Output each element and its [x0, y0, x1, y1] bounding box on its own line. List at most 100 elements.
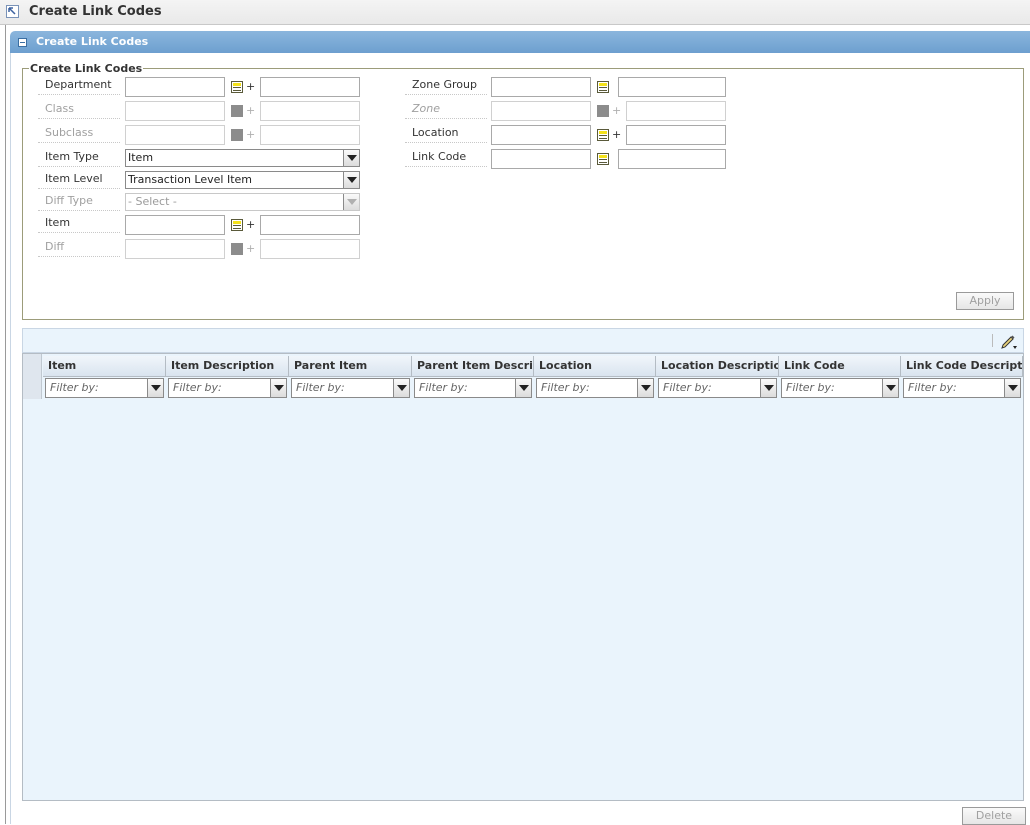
zone-group-input[interactable]: [491, 77, 591, 97]
item-level-select[interactable]: Transaction Level Item: [125, 171, 360, 189]
department-description-input[interactable]: [260, 77, 360, 97]
department-label: Department: [38, 77, 120, 95]
class-input[interactable]: [125, 101, 225, 121]
chevron-down-icon[interactable]: [515, 379, 531, 397]
filter-select[interactable]: Filter by:: [903, 378, 1021, 398]
item-level-value: Transaction Level Item: [128, 173, 252, 186]
chevron-down-icon[interactable]: [343, 194, 359, 210]
link-code-input[interactable]: [491, 149, 591, 169]
filter-placeholder: Filter by:: [50, 381, 99, 394]
item-type-label: Item Type: [38, 149, 120, 167]
chevron-down-icon[interactable]: [270, 379, 286, 397]
delete-button[interactable]: Delete: [962, 807, 1026, 825]
filter-select[interactable]: Filter by:: [781, 378, 899, 398]
column-header[interactable]: Link Code Description: [901, 356, 1023, 377]
link-code-label: Link Code: [405, 149, 487, 167]
back-arrow-icon[interactable]: [6, 5, 19, 18]
plus-icon: +: [246, 128, 256, 141]
pencil-edit-icon[interactable]: [1000, 332, 1018, 350]
filter-select[interactable]: Filter by:: [168, 378, 287, 398]
panel-header: Create Link Codes: [10, 31, 1030, 53]
subclass-input[interactable]: [125, 125, 225, 145]
link-code-lov-icon[interactable]: [597, 153, 609, 165]
zone-lov-icon[interactable]: [597, 105, 609, 117]
apply-button[interactable]: Apply: [956, 292, 1014, 310]
zone-group-description-input[interactable]: [618, 77, 726, 97]
department-input[interactable]: [125, 77, 225, 97]
item-input[interactable]: [125, 215, 225, 235]
filter-select[interactable]: Filter by:: [536, 378, 654, 398]
diff-input[interactable]: [125, 239, 225, 259]
filter-placeholder: Filter by:: [419, 381, 468, 394]
chevron-down-icon[interactable]: [760, 379, 776, 397]
filter-placeholder: Filter by:: [786, 381, 835, 394]
chevron-down-icon[interactable]: [1004, 379, 1020, 397]
diff-description-input[interactable]: [260, 239, 360, 259]
location-lov-icon[interactable]: [597, 129, 609, 141]
column-header[interactable]: Link Code: [779, 356, 901, 377]
chevron-down-icon[interactable]: [393, 379, 409, 397]
diff-label: Diff: [38, 239, 120, 257]
column-header[interactable]: Location: [534, 356, 656, 377]
filter-placeholder: Filter by:: [541, 381, 590, 394]
link-code-description-input[interactable]: [618, 149, 726, 169]
plus-icon: +: [246, 218, 256, 231]
class-description-input[interactable]: [260, 101, 360, 121]
zone-input[interactable]: [491, 101, 591, 121]
zone-group-label: Zone Group: [405, 77, 487, 95]
chevron-down-icon[interactable]: [343, 150, 359, 166]
chevron-down-icon[interactable]: [637, 379, 653, 397]
location-description-input[interactable]: [626, 125, 726, 145]
window-titlebar: Create Link Codes: [0, 0, 1030, 25]
item-type-select[interactable]: Item: [125, 149, 360, 167]
filter-placeholder: Filter by:: [908, 381, 957, 394]
diff-lov-icon[interactable]: [231, 243, 243, 255]
class-label: Class: [38, 101, 120, 119]
toolbar-separator: [992, 334, 993, 347]
department-lov-icon[interactable]: [231, 81, 243, 93]
chevron-down-icon[interactable]: [882, 379, 898, 397]
filter-select[interactable]: Filter by:: [291, 378, 410, 398]
plus-icon: +: [246, 104, 256, 117]
plus-icon: +: [246, 80, 256, 93]
item-level-label: Item Level: [38, 171, 120, 189]
class-lov-icon[interactable]: [231, 105, 243, 117]
zone-group-lov-icon[interactable]: [597, 81, 609, 93]
filter-placeholder: Filter by:: [296, 381, 345, 394]
item-label: Item: [38, 215, 120, 233]
column-header[interactable]: Parent Item Description: [412, 356, 534, 377]
zone-description-input[interactable]: [626, 101, 726, 121]
window-title: Create Link Codes: [29, 4, 162, 19]
filter-select[interactable]: Filter by:: [414, 378, 532, 398]
filter-select[interactable]: Filter by:: [45, 378, 164, 398]
filter-select[interactable]: Filter by:: [658, 378, 777, 398]
filter-placeholder: Filter by:: [663, 381, 712, 394]
table-toolbar: [22, 328, 1024, 353]
column-header[interactable]: Location Description: [656, 356, 779, 377]
chevron-down-icon[interactable]: [343, 172, 359, 188]
item-lov-icon[interactable]: [231, 219, 243, 231]
panel-title: Create Link Codes: [36, 35, 149, 48]
column-header[interactable]: Item Description: [166, 356, 289, 377]
results-table: Item Filter by: Item Description Filter by:…: [22, 353, 1024, 801]
chevron-down-icon[interactable]: [147, 379, 163, 397]
diff-type-label: Diff Type: [38, 193, 120, 211]
plus-icon: +: [612, 128, 622, 141]
diff-type-select[interactable]: - Select -: [125, 193, 360, 211]
zone-label: Zone: [405, 101, 487, 119]
form-legend: Create Link Codes: [30, 62, 143, 75]
left-border: [5, 25, 6, 824]
subclass-lov-icon[interactable]: [231, 129, 243, 141]
plus-icon: +: [612, 104, 622, 117]
diff-type-value: - Select -: [128, 195, 177, 208]
column-header[interactable]: Parent Item: [289, 356, 412, 377]
plus-icon: +: [246, 242, 256, 255]
item-description-input[interactable]: [260, 215, 360, 235]
subclass-description-input[interactable]: [260, 125, 360, 145]
subclass-label: Subclass: [38, 125, 120, 143]
location-label: Location: [405, 125, 487, 143]
item-type-value: Item: [128, 151, 154, 164]
column-header[interactable]: Item: [43, 356, 166, 377]
location-input[interactable]: [491, 125, 591, 145]
collapse-icon[interactable]: [18, 38, 27, 47]
